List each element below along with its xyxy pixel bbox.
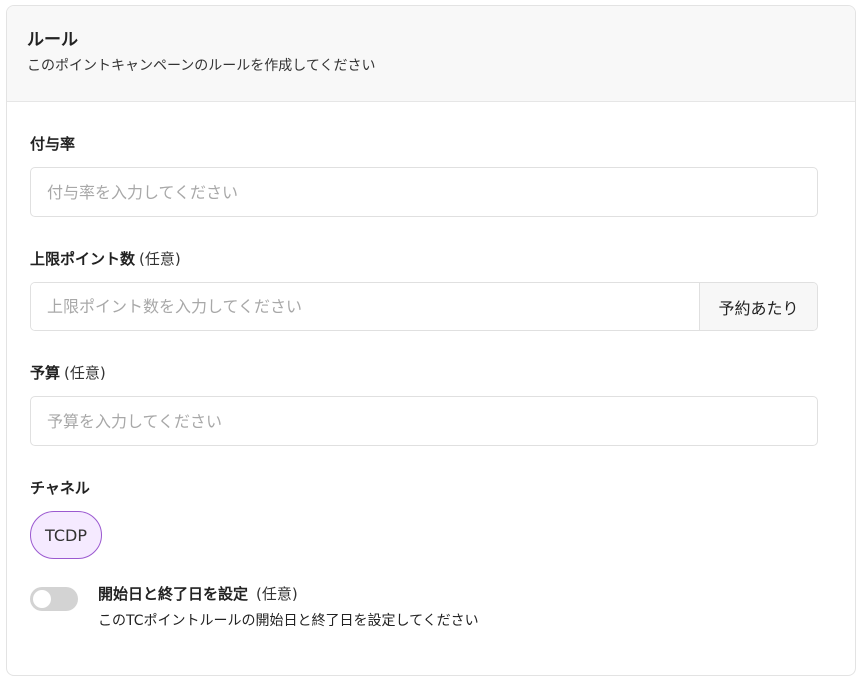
- card-subtitle: このポイントキャンペーンのルールを作成してください: [27, 58, 376, 74]
- budget-label: 予算 (任意): [30, 364, 106, 382]
- rules-card: ルール このポイントキャンペーンのルールを作成してください: [6, 5, 856, 676]
- rate-label: 付与率: [30, 135, 76, 153]
- toggle-knob: [33, 590, 51, 608]
- optional-tag: (任意): [64, 364, 106, 382]
- rate-field: 付与率: [30, 134, 818, 217]
- schedule-title: 開始日と終了日を設定 (任意): [98, 585, 298, 603]
- card-title: ルール: [27, 30, 78, 50]
- schedule-text: 開始日と終了日を設定 (任意) このTCポイントルールの開始日と終了日を設定してく…: [98, 583, 479, 631]
- channel-label: チャネル: [30, 479, 90, 497]
- card-header: ルール このポイントキャンペーンのルールを作成してください: [7, 6, 855, 102]
- schedule-toggle-row: 開始日と終了日を設定 (任意) このTCポイントルールの開始日と終了日を設定してく…: [30, 583, 818, 643]
- per-reservation-addon: 予約あたり: [699, 283, 817, 330]
- schedule-toggle[interactable]: [30, 587, 78, 611]
- rate-input[interactable]: [30, 167, 818, 217]
- max-points-input-group: 予約あたり: [30, 282, 818, 331]
- max-points-input[interactable]: [31, 283, 699, 330]
- budget-input[interactable]: [30, 396, 818, 446]
- budget-field: 予算 (任意): [30, 363, 818, 446]
- optional-tag: (任意): [256, 585, 298, 603]
- schedule-description: このTCポイントルールの開始日と終了日を設定してください: [98, 613, 479, 629]
- channel-chip-tcdp[interactable]: TCDP: [30, 511, 102, 559]
- optional-tag: (任意): [139, 250, 181, 268]
- max-points-label: 上限ポイント数 (任意): [30, 250, 181, 268]
- max-points-field: 上限ポイント数(任意) 予約あたり: [30, 249, 818, 331]
- channel-field: チャネル TCDP: [30, 478, 818, 559]
